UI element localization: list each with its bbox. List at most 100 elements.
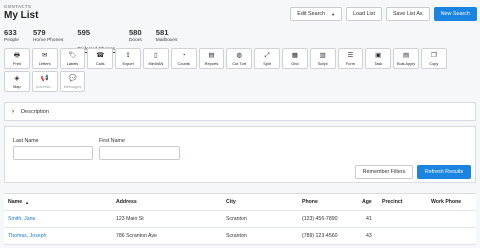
chevron-right-icon: › [12, 108, 14, 115]
tool-label: Script [317, 60, 328, 66]
header-buttons: Edit Search ▼ Load List Save List As New… [290, 7, 477, 21]
edit-search-button[interactable]: Edit Search ▼ [290, 7, 343, 21]
tool-label: Cut Turf [232, 60, 247, 66]
age-cell: 43 [366, 233, 372, 239]
city-cell: Scranton [226, 216, 247, 222]
tool-export[interactable]: ⇪ Export [115, 48, 141, 69]
description-section[interactable]: › Description [4, 102, 476, 121]
tool-map[interactable]: ◈ Map [4, 71, 30, 92]
tool-label: Split [263, 60, 271, 66]
tool-label: Counts [177, 60, 190, 66]
tool-cut-turf[interactable]: ◍ Cut Turf [226, 48, 253, 69]
tool-label: Grid [291, 60, 299, 66]
first-name-input[interactable] [99, 146, 180, 160]
action-toolbar: 🖶 Print ✉ Letters 🏷 Labels ☎ Calls ⇪ Export ▯ MiniV… [4, 48, 474, 92]
remember-filters-button[interactable]: Remember Filters [355, 165, 413, 179]
tool-advertis: 📢 Advertis... [31, 71, 58, 92]
phone-cell: (789) 123-4560 [302, 233, 338, 239]
report-icon: ▤ [208, 51, 215, 59]
pie-chart-icon: ◔ [181, 51, 186, 59]
advertising-icon: 📢 [40, 74, 49, 82]
tag-icon: 🏷 [68, 51, 77, 59]
column-header-name[interactable]: Name ▲ [8, 194, 29, 210]
split-icon: ⤢ [264, 51, 270, 59]
city-cell: Scranton [226, 233, 247, 239]
last-name-input[interactable] [13, 146, 93, 160]
age-cell: 41 [366, 216, 372, 222]
page-title: My List [4, 10, 39, 21]
tool-script[interactable]: ▥ Script [309, 48, 336, 69]
page: CONTACTS My List Edit Search ▼ Load List… [0, 0, 480, 248]
stat-label: Home Phones [32, 38, 64, 43]
column-header-label: Name [8, 199, 23, 205]
tool-task[interactable]: ▣ Task [365, 48, 392, 69]
save-list-as-button[interactable]: Save List As [385, 7, 430, 21]
tool-minivan[interactable]: ▯ MiniVAN [142, 48, 169, 69]
tool-label: Task [374, 60, 383, 66]
tool-labels[interactable]: 🏷 Labels [59, 48, 86, 69]
first-name-label: First Name [99, 138, 125, 144]
tool-print[interactable]: 🖶 Print [4, 48, 30, 69]
table-row: Smith, Jane 123 Main St Scranton (123) 4… [4, 211, 476, 228]
tool-grid[interactable]: ▦ Grid [281, 48, 308, 69]
form-icon: ☰ [347, 51, 354, 59]
table-row: Thomas, Joseph 786 Scranton Ave Scranton… [4, 228, 476, 245]
print-icon: 🖶 [13, 51, 20, 59]
tool-counts[interactable]: ◔ Counts [170, 48, 197, 69]
tool-label: Calls [95, 60, 105, 66]
column-header-phone[interactable]: Phone [302, 194, 318, 210]
column-header-city[interactable]: City [226, 194, 236, 210]
phone-icon: ☎ [96, 51, 105, 59]
filter-panel: Last Name First Name Remember Filters Re… [4, 126, 476, 183]
tool-bulk-apply[interactable]: ▤ Bulk Apply [393, 48, 419, 69]
column-header-address[interactable]: Address [116, 194, 137, 210]
stat-label: Doors [128, 38, 142, 43]
page-header: CONTACTS My List [4, 4, 38, 21]
stat-value: 581 [155, 28, 169, 37]
stat-value: 579 [32, 28, 46, 37]
tool-reports[interactable]: ▤ Reports [198, 48, 225, 69]
task-icon: ▣ [375, 51, 382, 59]
grid-icon: ▦ [291, 51, 298, 59]
tool-form[interactable]: ☰ Form [337, 48, 364, 69]
new-search-button[interactable]: New Search [433, 7, 477, 21]
copy-icon: ❐ [430, 51, 437, 59]
tool-label: Export [122, 60, 134, 66]
stat-label: Mailboxes [155, 38, 178, 43]
map-icon: ◈ [14, 74, 20, 82]
column-header-precinct[interactable]: Precinct [382, 194, 402, 210]
mobile-icon: ▯ [154, 51, 158, 59]
tool-label: Bulk Apply [396, 60, 416, 66]
tool-letters[interactable]: ✉ Letters [31, 48, 58, 69]
tool-label: Copy [429, 60, 439, 66]
edit-search-label: Edit Search [297, 11, 326, 17]
phone-cell: (123) 456-7890 [302, 216, 338, 222]
tool-label: Map [13, 83, 21, 89]
description-label: Description [21, 108, 49, 115]
stat-value: 580 [128, 28, 142, 37]
globe-icon: ◍ [236, 51, 243, 59]
stat-value: 595 [77, 28, 91, 37]
tool-label: MiniVAN [148, 60, 164, 66]
column-header-work-phone[interactable]: Work Phone [431, 194, 461, 210]
stat-label: People [4, 38, 19, 43]
refresh-results-button[interactable]: Refresh Results [417, 165, 471, 179]
contact-name-link[interactable]: Smith, Jane [8, 211, 35, 227]
envelope-icon: ✉ [41, 51, 48, 59]
breadcrumb[interactable]: CONTACTS [4, 4, 38, 9]
caret-down-icon: ▼ [331, 11, 336, 17]
tool-copy[interactable]: ❐ Copy [420, 48, 447, 69]
contact-name-link[interactable]: Thomas, Joseph [8, 228, 46, 244]
table-header-row: Name ▲ Address City Phone Age Precinct W… [4, 194, 476, 211]
messages-icon: 💬 [68, 74, 77, 82]
tool-label: Advertis... [36, 83, 54, 89]
tool-label: Form [345, 60, 355, 66]
load-list-button[interactable]: Load List [346, 7, 382, 21]
tool-label: Labels [66, 60, 79, 66]
address-cell: 786 Scranton Ave [116, 233, 157, 239]
tool-split[interactable]: ⤢ Split [254, 48, 280, 69]
bulk-apply-icon: ▤ [402, 51, 410, 59]
tool-calls[interactable]: ☎ Calls [87, 48, 114, 69]
column-header-age[interactable]: Age [362, 194, 372, 210]
tool-label: Print [12, 60, 21, 66]
